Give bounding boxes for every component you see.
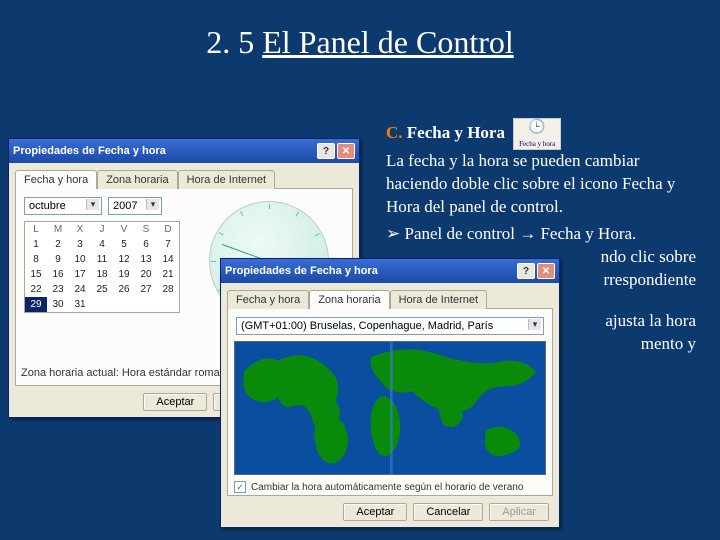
bullet1-pre: Panel de control — [405, 224, 520, 243]
tab-panel: (GMT+01:00) Bruselas, Copenhague, Madrid… — [227, 308, 553, 496]
help-button[interactable]: ? — [517, 263, 535, 279]
tabs-row: Fecha y hora Zona horaria Hora de Intern… — [227, 289, 553, 308]
arrow-icon: → — [519, 224, 536, 243]
c-label: C. — [386, 123, 407, 142]
tab-hora-internet[interactable]: Hora de Internet — [390, 290, 488, 309]
dialog-title: Propiedades de Fecha y hora — [13, 145, 166, 157]
month-select[interactable]: octubre — [24, 197, 102, 215]
title-text: El Panel de Control — [262, 24, 514, 60]
timezone-select[interactable]: (GMT+01:00) Bruselas, Copenhague, Madrid… — [236, 317, 544, 335]
bullet1-post: Fecha y Hora. — [536, 224, 636, 243]
close-button[interactable]: ✕ — [537, 263, 555, 279]
title-number: 2. 5 — [206, 24, 254, 60]
c-title: Fecha y Hora — [407, 123, 505, 142]
titlebar[interactable]: Propiedades de Fecha y hora ? ✕ — [9, 139, 359, 163]
paragraph-1: La fecha y la hora se pueden cambiar hac… — [386, 150, 696, 219]
year-select[interactable]: 2007 — [108, 197, 162, 215]
calendar[interactable]: LMXJVSD123456789101112131415161718192021… — [24, 221, 180, 313]
tab-zona-horaria[interactable]: Zona horaria — [309, 290, 389, 309]
dst-label: Cambiar la hora automáticamente según el… — [251, 482, 523, 493]
dst-checkbox[interactable]: ✓ — [234, 481, 246, 493]
tab-fecha-hora[interactable]: Fecha y hora — [15, 170, 97, 189]
tab-zona-horaria[interactable]: Zona horaria — [97, 170, 177, 189]
datetime-dialog-2: Propiedades de Fecha y hora ? ✕ Fecha y … — [220, 258, 560, 528]
bullet-1: ➢ Panel de control → Fecha y Hora. — [386, 223, 696, 246]
help-button[interactable]: ? — [317, 143, 335, 159]
tab-hora-internet[interactable]: Hora de Internet — [178, 170, 276, 189]
tab-fecha-hora[interactable]: Fecha y hora — [227, 290, 309, 309]
close-button[interactable]: ✕ — [337, 143, 355, 159]
cancel-button[interactable]: Cancelar — [413, 503, 483, 521]
current-tz-label: Zona horaria actual: Hora estándar roman… — [21, 367, 237, 379]
ok-button[interactable]: Aceptar — [143, 393, 207, 411]
apply-button[interactable]: Aplicar — [489, 503, 549, 521]
fecha-hora-icon: Fecha y hora — [513, 118, 561, 150]
ok-button[interactable]: Aceptar — [343, 503, 407, 521]
world-map[interactable] — [234, 341, 546, 475]
slide-title: 2. 5 El Panel de Control — [0, 0, 720, 73]
tabs-row: Fecha y hora Zona horaria Hora de Intern… — [15, 169, 353, 188]
dialog-title: Propiedades de Fecha y hora — [225, 265, 378, 277]
icon-caption: Fecha y hora — [514, 141, 560, 148]
titlebar[interactable]: Propiedades de Fecha y hora ? ✕ — [221, 259, 559, 283]
